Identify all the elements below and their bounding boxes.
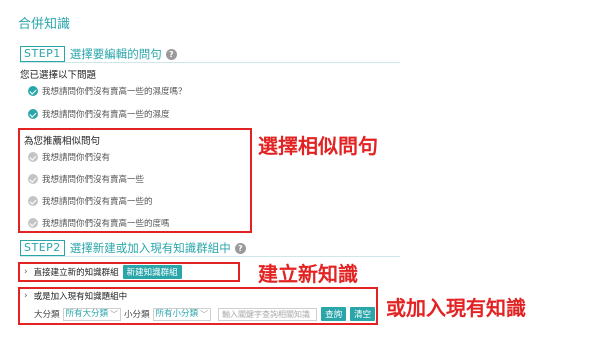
annotation-create-new: 建立新知識 xyxy=(258,262,358,286)
subcategory-label: 小分類 xyxy=(124,310,150,320)
list-item[interactable]: 我想請問你們沒有 xyxy=(28,150,170,164)
filter-bar: 大分類 所有大分類 ﹀ 小分類 所有小分類 ﹀ 輸入關鍵字查詢相關知識 查詢 清… xyxy=(34,307,376,321)
search-input[interactable]: 輸入關鍵字查詢相關知識 xyxy=(218,307,318,321)
clear-button[interactable]: 清空 xyxy=(350,307,376,321)
help-icon[interactable]: ? xyxy=(165,48,177,60)
annotation-similar: 選擇相似問句 xyxy=(258,134,378,158)
check-icon[interactable] xyxy=(28,152,38,162)
divider xyxy=(20,62,400,63)
list-item[interactable]: 我想請問你們沒有賣高一些的度嗎 xyxy=(28,216,170,230)
step1-tag: STEP1 xyxy=(20,46,65,62)
step2-title: 選擇新建或加入現有知識群組中 xyxy=(69,241,231,255)
selected-questions-label: 您已選擇以下問題 xyxy=(20,70,97,81)
chevron-right-icon[interactable]: › xyxy=(24,291,28,301)
check-icon[interactable] xyxy=(28,196,38,206)
join-group-box: › 或是加入現有知識題組中 大分類 所有大分類 ﹀ 小分類 所有小分類 ﹀ 輸入… xyxy=(18,287,378,325)
step2-header: STEP2 選擇新建或加入現有知識群組中 ? xyxy=(20,239,246,257)
check-icon xyxy=(28,86,38,96)
create-group-button[interactable]: 新建知識群組 xyxy=(122,265,182,279)
question-text: 我想請問你們沒有賣高一些的濕度 xyxy=(42,110,170,120)
chevron-down-icon: ﹀ xyxy=(200,309,209,319)
question-text: 我想請問你們沒有賣高一些的 xyxy=(42,197,153,207)
recommend-label: 為您推薦相似問句 xyxy=(24,136,101,147)
question-text: 我想請問你們沒有賣高一些 xyxy=(42,175,145,185)
annotation-join-existing: 或加入現有知識 xyxy=(386,296,526,320)
list-item[interactable]: 我想請問你們沒有賣高一些 xyxy=(28,172,170,186)
create-group-row: › 直接建立新的知識群組 新建知識群組 xyxy=(18,262,240,282)
category-value: 所有大分類 xyxy=(65,308,109,319)
check-icon[interactable] xyxy=(28,218,38,228)
join-group-label: 或是加入現有知識題組中 xyxy=(33,292,128,302)
chevron-down-icon: ﹀ xyxy=(110,309,119,319)
subcategory-value: 所有小分類 xyxy=(155,308,199,319)
search-button[interactable]: 查詢 xyxy=(321,307,347,321)
category-label: 大分類 xyxy=(34,310,60,320)
list-item[interactable]: 我想請問你們沒有賣高一些的濕度嗎？ xyxy=(28,84,187,98)
list-item[interactable]: 我想請問你們沒有賣高一些的 xyxy=(28,194,170,208)
join-group-header: › 或是加入現有知識題組中 xyxy=(24,290,127,302)
check-icon xyxy=(28,109,38,119)
step1-title: 選擇要編輯的問句 xyxy=(69,47,162,61)
category-select[interactable]: 所有大分類 ﹀ xyxy=(62,307,122,321)
help-icon[interactable]: ? xyxy=(234,242,246,254)
question-text: 我想請問你們沒有賣高一些的濕度嗎？ xyxy=(42,87,187,97)
question-text: 我想請問你們沒有 xyxy=(42,153,111,163)
step1-header: STEP1 選擇要編輯的問句 ? xyxy=(20,45,177,63)
divider xyxy=(20,256,400,257)
check-icon[interactable] xyxy=(28,174,38,184)
subcategory-select[interactable]: 所有小分類 ﹀ xyxy=(152,307,212,321)
recommended-questions-list: 我想請問你們沒有 我想請問你們沒有賣高一些 我想請問你們沒有賣高一些的 我想請問… xyxy=(28,150,170,230)
similar-questions-box: 為您推薦相似問句 我想請問你們沒有 我想請問你們沒有賣高一些 我想請問你們沒有賣… xyxy=(18,128,252,233)
selected-questions-list: 我想請問你們沒有賣高一些的濕度嗎？ 我想請問你們沒有賣高一些的濕度 xyxy=(28,84,187,121)
question-text: 我想請問你們沒有賣高一些的度嗎 xyxy=(42,219,170,229)
page-title: 合併知識 xyxy=(18,17,71,32)
list-item[interactable]: 我想請問你們沒有賣高一些的濕度 xyxy=(28,107,187,121)
create-group-label: 直接建立新的知識群組 xyxy=(33,268,119,278)
step2-tag: STEP2 xyxy=(20,240,65,256)
chevron-right-icon[interactable]: › xyxy=(24,267,28,277)
